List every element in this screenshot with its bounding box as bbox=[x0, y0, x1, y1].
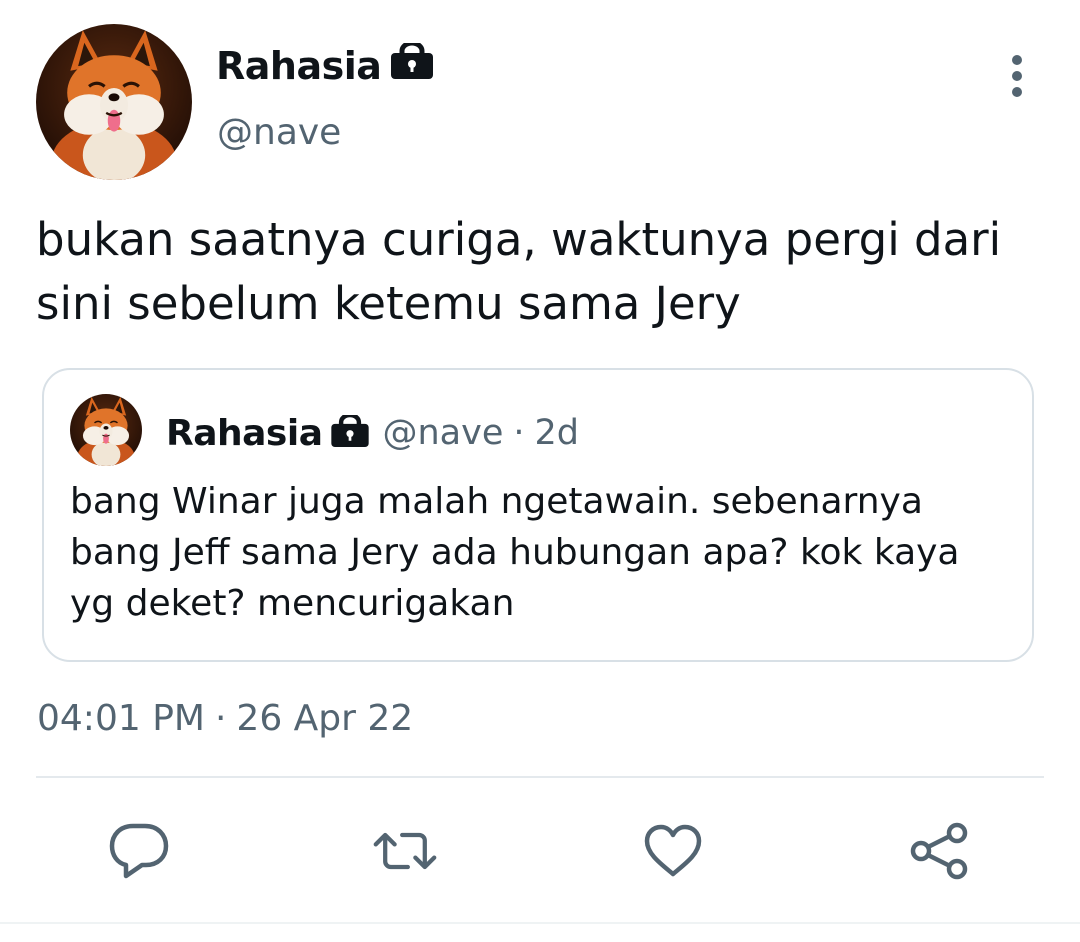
heart-icon bbox=[644, 824, 702, 877]
quoted-author-name: Rahasia bbox=[166, 412, 323, 454]
quoted-tweet-card[interactable]: Rahasia @nave · 2d bang Winar juga malah… bbox=[42, 368, 1034, 662]
share-icon bbox=[910, 822, 968, 880]
fox-avatar-image bbox=[36, 24, 192, 180]
tweet-timestamp[interactable]: 04:01 PM · 26 Apr 22 bbox=[37, 695, 413, 743]
reply-icon bbox=[109, 823, 169, 879]
tweet-text: bukan saatnya curiga, waktunya pergi dar… bbox=[36, 213, 1002, 330]
share-button[interactable] bbox=[906, 818, 972, 884]
bottom-divider bbox=[0, 922, 1080, 924]
timestamp-separator: · bbox=[214, 698, 227, 739]
quoted-author-avatar bbox=[70, 394, 142, 466]
quoted-author-handle: @nave bbox=[382, 413, 504, 453]
quoted-tweet-time: 2d bbox=[534, 413, 580, 453]
more-vertical-icon bbox=[1012, 55, 1022, 97]
quoted-tweet-header: Rahasia @nave · 2d bbox=[166, 408, 579, 458]
author-name-text: Rahasia bbox=[216, 44, 382, 88]
retweet-button[interactable] bbox=[372, 818, 438, 884]
tweet-time: 04:01 PM bbox=[37, 698, 205, 739]
fox-avatar-image bbox=[70, 394, 142, 466]
like-button[interactable] bbox=[640, 818, 706, 884]
retweet-icon bbox=[373, 832, 437, 870]
lock-icon bbox=[330, 412, 369, 451]
author-display-name[interactable]: Rahasia bbox=[216, 40, 434, 90]
divider bbox=[36, 776, 1044, 778]
author-handle[interactable]: @nave bbox=[217, 110, 341, 156]
more-options-button[interactable] bbox=[996, 52, 1038, 100]
quoted-separator: · bbox=[513, 413, 525, 453]
tweet-date: 26 Apr 22 bbox=[236, 698, 414, 739]
author-avatar[interactable] bbox=[36, 24, 192, 180]
quoted-tweet-text: bang Winar juga malah ngetawain. sebenar… bbox=[70, 481, 960, 624]
reply-button[interactable] bbox=[106, 818, 172, 884]
lock-icon bbox=[391, 40, 434, 90]
